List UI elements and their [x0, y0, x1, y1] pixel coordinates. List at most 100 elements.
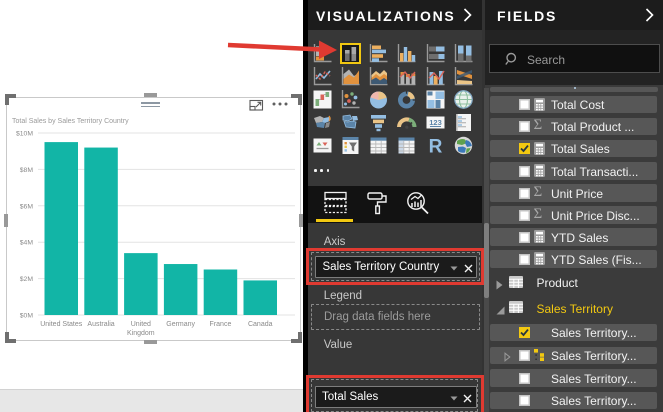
visual-resize-handle-top[interactable] — [144, 93, 157, 98]
field-label: Unit Price — [551, 187, 603, 201]
axis-annotation-box — [306, 248, 484, 285]
expand-arrow-icon[interactable] — [504, 351, 511, 365]
viz-icon-multi-row-card[interactable] — [453, 112, 474, 133]
field-label: Sales Territory... — [551, 349, 637, 363]
viz-icon-treemap[interactable] — [425, 89, 446, 110]
viz-icon-line-chart[interactable] — [312, 66, 333, 87]
viz-icon-100-stacked-column-chart[interactable] — [453, 43, 474, 64]
viz-icon-stacked-column-chart[interactable] — [340, 43, 361, 64]
visual-resize-handle-bottom-right[interactable] — [291, 332, 302, 343]
visual-resize-handle-bottom-left[interactable] — [5, 332, 16, 343]
field-label: Sales Territory... — [551, 394, 637, 408]
collapse-pane-chevron-icon[interactable] — [645, 8, 654, 22]
field-checkbox[interactable] — [519, 99, 530, 110]
field-checkbox[interactable] — [519, 327, 530, 338]
tab-analytics[interactable] — [403, 190, 433, 216]
chart-text: United — [131, 321, 151, 328]
field-row[interactable]: YTD Sales (Fis... — [490, 250, 657, 268]
chart-text: Germany — [166, 321, 195, 328]
fields-scrollbar[interactable] — [484, 88, 489, 412]
expand-arrow-icon[interactable] — [496, 279, 503, 293]
calculator-icon — [534, 142, 545, 158]
field-search-input[interactable]: Search — [489, 44, 660, 73]
field-table-row[interactable]: Product — [490, 274, 657, 292]
svg-text:123: 123 — [429, 118, 442, 127]
field-checkbox[interactable] — [519, 166, 530, 177]
bar-germany — [164, 264, 198, 315]
viz-icon-area-chart[interactable] — [340, 66, 361, 87]
viz-icon-table[interactable] — [368, 135, 389, 156]
viz-icon-r-script-visual[interactable]: R — [425, 135, 446, 156]
field-checkbox[interactable] — [519, 188, 530, 199]
legend-well-dropzone[interactable]: Drag data fields here — [311, 304, 480, 330]
field-checkbox[interactable] — [519, 232, 530, 243]
visual-drag-grip-icon[interactable] — [141, 102, 160, 108]
chart-text: $4M — [20, 240, 34, 247]
visual-resize-handle-left[interactable] — [4, 214, 9, 227]
fields-pane: FIELDS Search Total CostΣTotal Product .… — [485, 0, 663, 412]
viz-icon-map[interactable] — [453, 89, 474, 110]
pane-tabstrip — [308, 186, 482, 223]
field-row[interactable]: ΣUnit Price Disc... — [490, 206, 657, 224]
focus-mode-icon[interactable] — [249, 99, 264, 111]
viz-icon-clustered-bar-chart[interactable] — [368, 43, 389, 64]
field-checkbox[interactable] — [519, 210, 530, 221]
field-checkbox[interactable] — [519, 143, 530, 154]
visual-resize-handle-top-right[interactable] — [291, 94, 302, 105]
viz-icon-line-and-clustered-column-chart[interactable] — [425, 66, 446, 87]
viz-icon-kpi[interactable] — [312, 135, 333, 156]
field-checkbox[interactable] — [519, 373, 530, 384]
field-row[interactable]: Sales Territory... — [490, 324, 657, 342]
viz-icon-funnel[interactable] — [368, 112, 389, 133]
viz-icon-clustered-column-chart[interactable] — [396, 43, 417, 64]
viz-icon-waterfall-chart[interactable] — [312, 89, 333, 110]
viz-icon-slicer[interactable] — [340, 135, 361, 156]
field-checkbox[interactable] — [519, 254, 530, 265]
partial-field-row[interactable] — [490, 87, 658, 92]
visual-options-icon[interactable] — [271, 96, 291, 108]
field-row[interactable]: Sales Territory... — [490, 347, 657, 365]
field-row[interactable]: Total Sales — [490, 140, 657, 158]
sigma-icon: Σ — [534, 207, 543, 222]
chart-text: Australia — [87, 321, 114, 328]
viz-icon-pie-chart[interactable] — [368, 89, 389, 110]
field-table-row[interactable]: Sales Territory — [490, 299, 657, 317]
viz-icon-scatter-chart[interactable] — [340, 89, 361, 110]
svg-text:R: R — [428, 137, 442, 157]
field-row[interactable]: Sales Territory... — [490, 369, 657, 387]
viz-icon-stacked-area-chart[interactable] — [368, 66, 389, 87]
tab-fields[interactable] — [321, 190, 351, 216]
viz-icon-ribbon-chart[interactable] — [453, 66, 474, 87]
viz-icon-100-stacked-bar-chart[interactable] — [425, 43, 446, 64]
bar-chart: Total Sales by Sales Territory Country$0… — [7, 98, 300, 340]
viz-icon-arcgis-map[interactable] — [453, 135, 474, 156]
selected-tab-underline — [316, 219, 353, 222]
viz-icon-gauge[interactable] — [396, 112, 417, 133]
viz-icon-filled-map[interactable] — [312, 112, 333, 133]
field-row[interactable]: YTD Sales — [490, 228, 657, 246]
field-row[interactable]: ΣTotal Product ... — [490, 118, 657, 136]
visual-resize-handle-bottom[interactable] — [144, 340, 157, 345]
viz-icon-card[interactable]: 123 — [425, 112, 446, 133]
column-chart-visual[interactable]: Total Sales by Sales Territory Country$0… — [6, 97, 301, 341]
visual-resize-handle-top-left[interactable] — [5, 94, 16, 105]
legend-well-label: Legend — [324, 290, 362, 302]
viz-icon-matrix[interactable] — [396, 135, 417, 156]
field-checkbox[interactable] — [519, 350, 530, 361]
search-placeholder: Search — [527, 53, 565, 67]
field-checkbox[interactable] — [519, 121, 530, 132]
fields-scrollbar-thumb[interactable] — [484, 223, 489, 298]
viz-icon-shape-map[interactable] — [340, 112, 361, 133]
tab-format[interactable] — [363, 190, 393, 216]
field-row[interactable]: Sales Territory... — [490, 392, 657, 410]
field-row[interactable]: Total Cost — [490, 96, 657, 114]
field-row[interactable]: ΣUnit Price — [490, 184, 657, 202]
field-label: Total Sales — [551, 142, 610, 156]
viz-icon-line-and-stacked-column-chart[interactable] — [396, 66, 417, 87]
field-checkbox[interactable] — [519, 395, 530, 406]
calculator-icon — [534, 252, 545, 268]
viz-icon-donut-chart[interactable] — [396, 89, 417, 110]
field-label: Sales Territory... — [551, 326, 637, 340]
expand-arrow-icon[interactable] — [496, 304, 505, 318]
field-row[interactable]: Total Transacti... — [490, 162, 657, 180]
